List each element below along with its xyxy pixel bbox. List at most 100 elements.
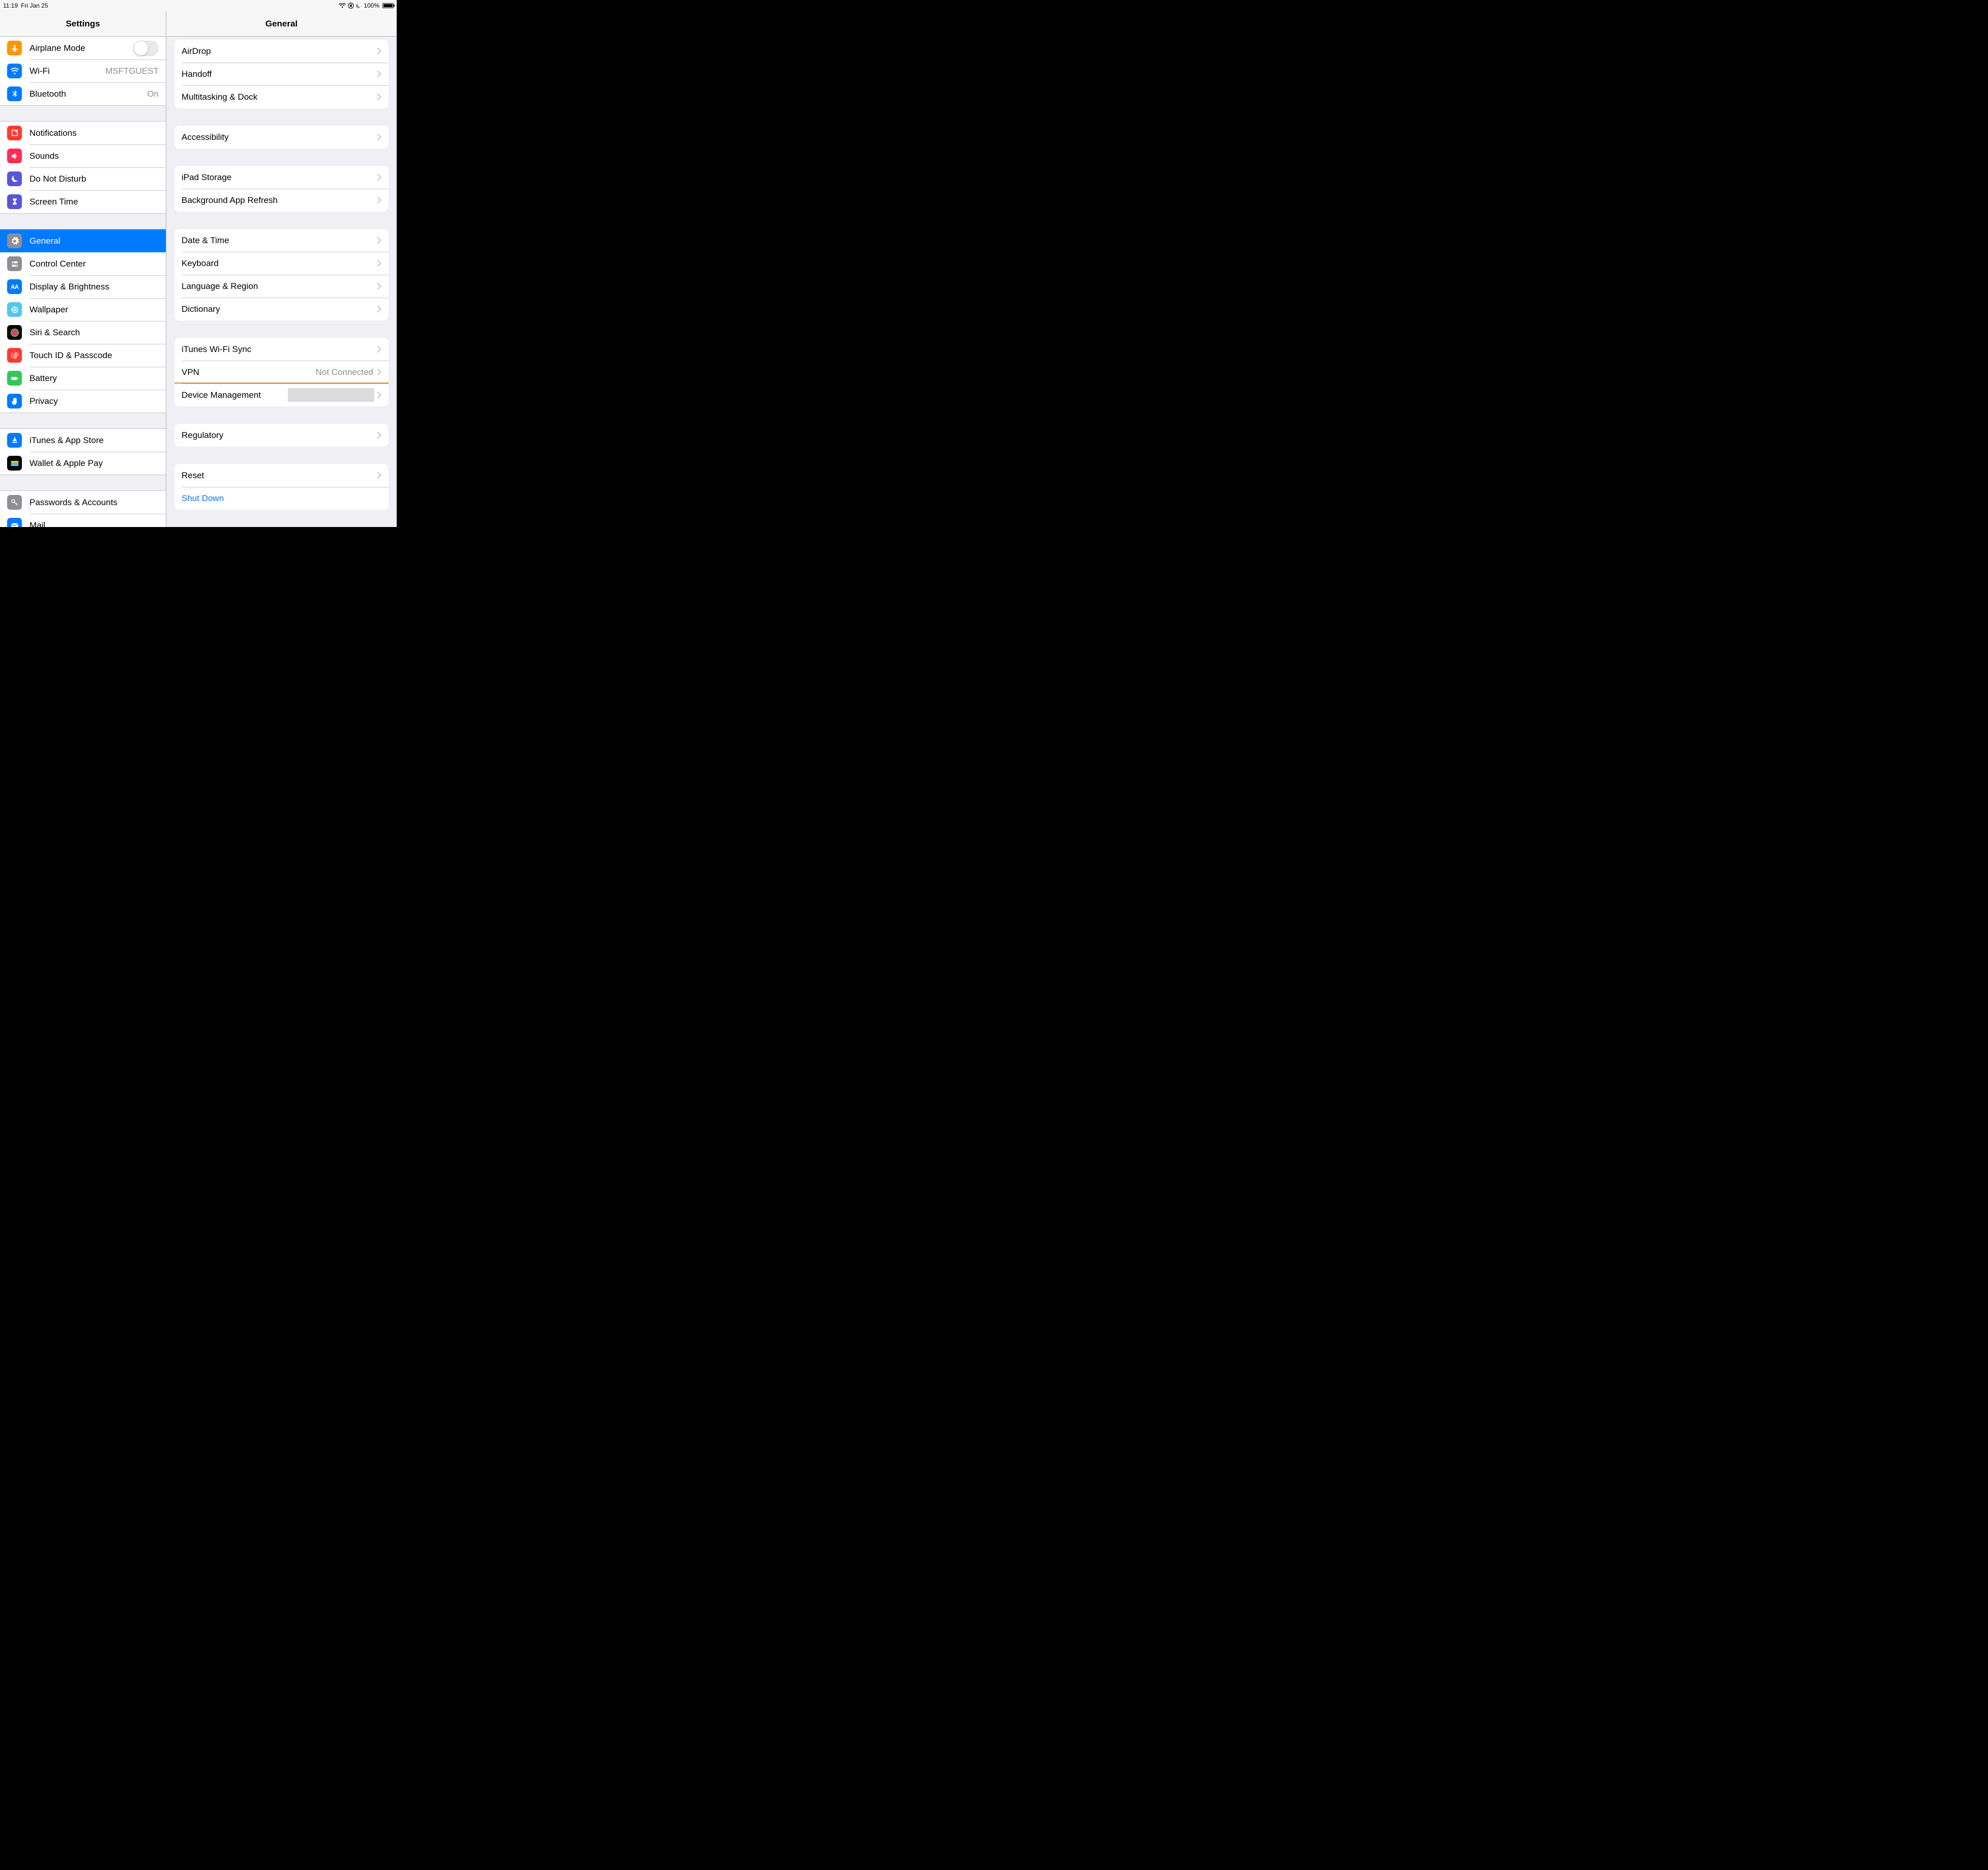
sidebar-item-label: Bluetooth: [29, 89, 143, 99]
status-time: 11:19: [3, 2, 18, 9]
sidebar-item-label: Wallpaper: [29, 305, 159, 315]
appstore-icon: [7, 433, 22, 448]
detail-row-label: Shut Down: [182, 493, 381, 504]
sidebar-item-mail[interactable]: Mail: [0, 514, 166, 527]
sidebar-item-general[interactable]: General: [0, 229, 166, 252]
sidebar-item-display[interactable]: AADisplay & Brightness: [0, 275, 166, 298]
chevron-right-icon: [377, 432, 381, 439]
sidebar-item-notifications[interactable]: Notifications: [0, 122, 166, 144]
sidebar-item-dnd[interactable]: Do Not Disturb: [0, 167, 166, 190]
header-bar: Settings General: [0, 11, 397, 37]
sidebar-group: NotificationsSounds Do Not Disturb Screen …: [0, 121, 166, 214]
detail-row-label: Handoff: [182, 69, 377, 79]
toggles-icon: [7, 256, 22, 271]
sidebar-item-label: Screen Time: [29, 197, 159, 207]
orientation-lock-icon: [348, 3, 354, 9]
detail-row-bgrefresh[interactable]: Background App Refresh: [174, 189, 389, 212]
sidebar-item-detail: On: [147, 89, 159, 99]
detail-title: General: [166, 11, 397, 36]
sidebar-item-screentime[interactable]: Screen Time: [0, 190, 166, 213]
detail-row-multitasking[interactable]: Multitasking & Dock: [174, 85, 389, 108]
sidebar-item-wallet[interactable]: Wallet & Apple Pay: [0, 452, 166, 475]
speaker-icon: [7, 149, 22, 163]
detail-row-value: Not Connected: [316, 367, 373, 377]
key-icon: [7, 495, 22, 510]
settings-sidebar[interactable]: Airplane ModeWi-FiMSFTGUEST Bluetooth On No…: [0, 37, 166, 527]
sidebar-group: General Control Center AADisplay & Brightn…: [0, 229, 166, 413]
sidebar-item-label: Control Center: [29, 259, 159, 269]
chevron-right-icon: [377, 283, 381, 289]
redacted-value: [288, 388, 374, 402]
black-bar-right: [397, 0, 575, 527]
status-right: 100%: [339, 2, 394, 9]
wifi-icon: [339, 3, 346, 8]
status-date: Fri Jan 25: [21, 2, 48, 9]
hourglass-icon: [7, 194, 22, 209]
sidebar-item-label: Touch ID & Passcode: [29, 350, 159, 361]
flower-icon: [7, 302, 22, 317]
sidebar-group: iTunes & App Store Wallet & Apple Pay: [0, 428, 166, 475]
detail-row-devicemgmt[interactable]: Device Management: [174, 384, 389, 406]
chevron-right-icon: [377, 369, 381, 375]
sidebar-item-sounds[interactable]: Sounds: [0, 144, 166, 167]
chevron-right-icon: [377, 197, 381, 203]
detail-group: iPad Storage Background App Refresh: [174, 166, 389, 212]
detail-row-label: Reset: [182, 471, 377, 481]
sidebar-item-siri[interactable]: Siri & Search: [0, 321, 166, 344]
detail-row-label: iTunes Wi-Fi Sync: [182, 344, 377, 355]
sidebar-item-label: Wallet & Apple Pay: [29, 458, 159, 469]
airplane-toggle[interactable]: [133, 41, 159, 56]
siri-icon: [7, 325, 22, 340]
chevron-right-icon: [377, 472, 381, 479]
detail-group: iTunes Wi-Fi Sync VPNNot ConnectedDevice …: [174, 338, 389, 406]
airplane-icon: [7, 41, 22, 55]
detail-row-shutdown[interactable]: Shut Down: [174, 487, 389, 510]
detail-row-label: Keyboard: [182, 258, 377, 269]
detail-row-label: AirDrop: [182, 46, 377, 56]
sidebar-item-label: Battery: [29, 373, 159, 384]
sidebar-item-label: iTunes & App Store: [29, 435, 159, 446]
detail-row-airdrop[interactable]: AirDrop: [174, 40, 389, 63]
detail-row-regulatory[interactable]: Regulatory: [174, 424, 389, 447]
chevron-right-icon: [377, 71, 381, 77]
do-not-disturb-icon: [356, 3, 362, 9]
detail-row-storage[interactable]: iPad Storage: [174, 166, 389, 189]
detail-group: AirDrop Handoff Multitasking & Dock: [174, 40, 389, 108]
sidebar-group: Airplane ModeWi-FiMSFTGUEST Bluetooth On: [0, 37, 166, 106]
detail-row-reset[interactable]: Reset: [174, 464, 389, 487]
detail-row-label: Background App Refresh: [182, 195, 377, 206]
sidebar-item-detail: MSFTGUEST: [105, 66, 159, 76]
sidebar-item-label: General: [29, 236, 159, 246]
detail-row-dictionary[interactable]: Dictionary: [174, 298, 389, 320]
detail-row-label: Dictionary: [182, 304, 377, 314]
detail-row-label: Language & Region: [182, 281, 377, 291]
detail-row-handoff[interactable]: Handoff: [174, 63, 389, 85]
sidebar-item-appstore[interactable]: iTunes & App Store: [0, 429, 166, 452]
battery-icon: [7, 371, 22, 386]
sidebar-item-controlcenter[interactable]: Control Center: [0, 252, 166, 275]
sidebar-item-battery[interactable]: Battery: [0, 367, 166, 390]
detail-row-vpn[interactable]: VPNNot Connected: [174, 361, 389, 384]
chevron-right-icon: [377, 346, 381, 353]
general-detail-pane[interactable]: AirDrop Handoff Multitasking & Dock Accessi…: [166, 37, 397, 527]
sidebar-title: Settings: [0, 11, 166, 36]
detail-row-datetime[interactable]: Date & Time: [174, 229, 389, 252]
detail-group: Reset Shut Down: [174, 464, 389, 510]
gear-icon: [7, 233, 22, 248]
sidebar-group: Passwords & AccountsMail: [0, 490, 166, 527]
detail-row-itunessync[interactable]: iTunes Wi-Fi Sync: [174, 338, 389, 361]
sidebar-item-touchid[interactable]: Touch ID & Passcode: [0, 344, 166, 367]
sidebar-item-airplane[interactable]: Airplane Mode: [0, 37, 166, 60]
sidebar-item-bluetooth[interactable]: Bluetooth On: [0, 82, 166, 105]
sidebar-item-wifi[interactable]: Wi-FiMSFTGUEST: [0, 60, 166, 82]
detail-row-accessibility[interactable]: Accessibility: [174, 126, 389, 149]
sidebar-item-passwords[interactable]: Passwords & Accounts: [0, 491, 166, 514]
fingerprint-icon: [7, 348, 22, 363]
sidebar-item-label: Do Not Disturb: [29, 174, 159, 184]
sidebar-item-wallpaper[interactable]: Wallpaper: [0, 298, 166, 321]
detail-row-language[interactable]: Language & Region: [174, 275, 389, 298]
sidebar-item-privacy[interactable]: Privacy: [0, 390, 166, 413]
detail-row-keyboard[interactable]: Keyboard: [174, 252, 389, 275]
battery-icon: [382, 3, 394, 8]
battery-percent: 100%: [364, 2, 379, 9]
